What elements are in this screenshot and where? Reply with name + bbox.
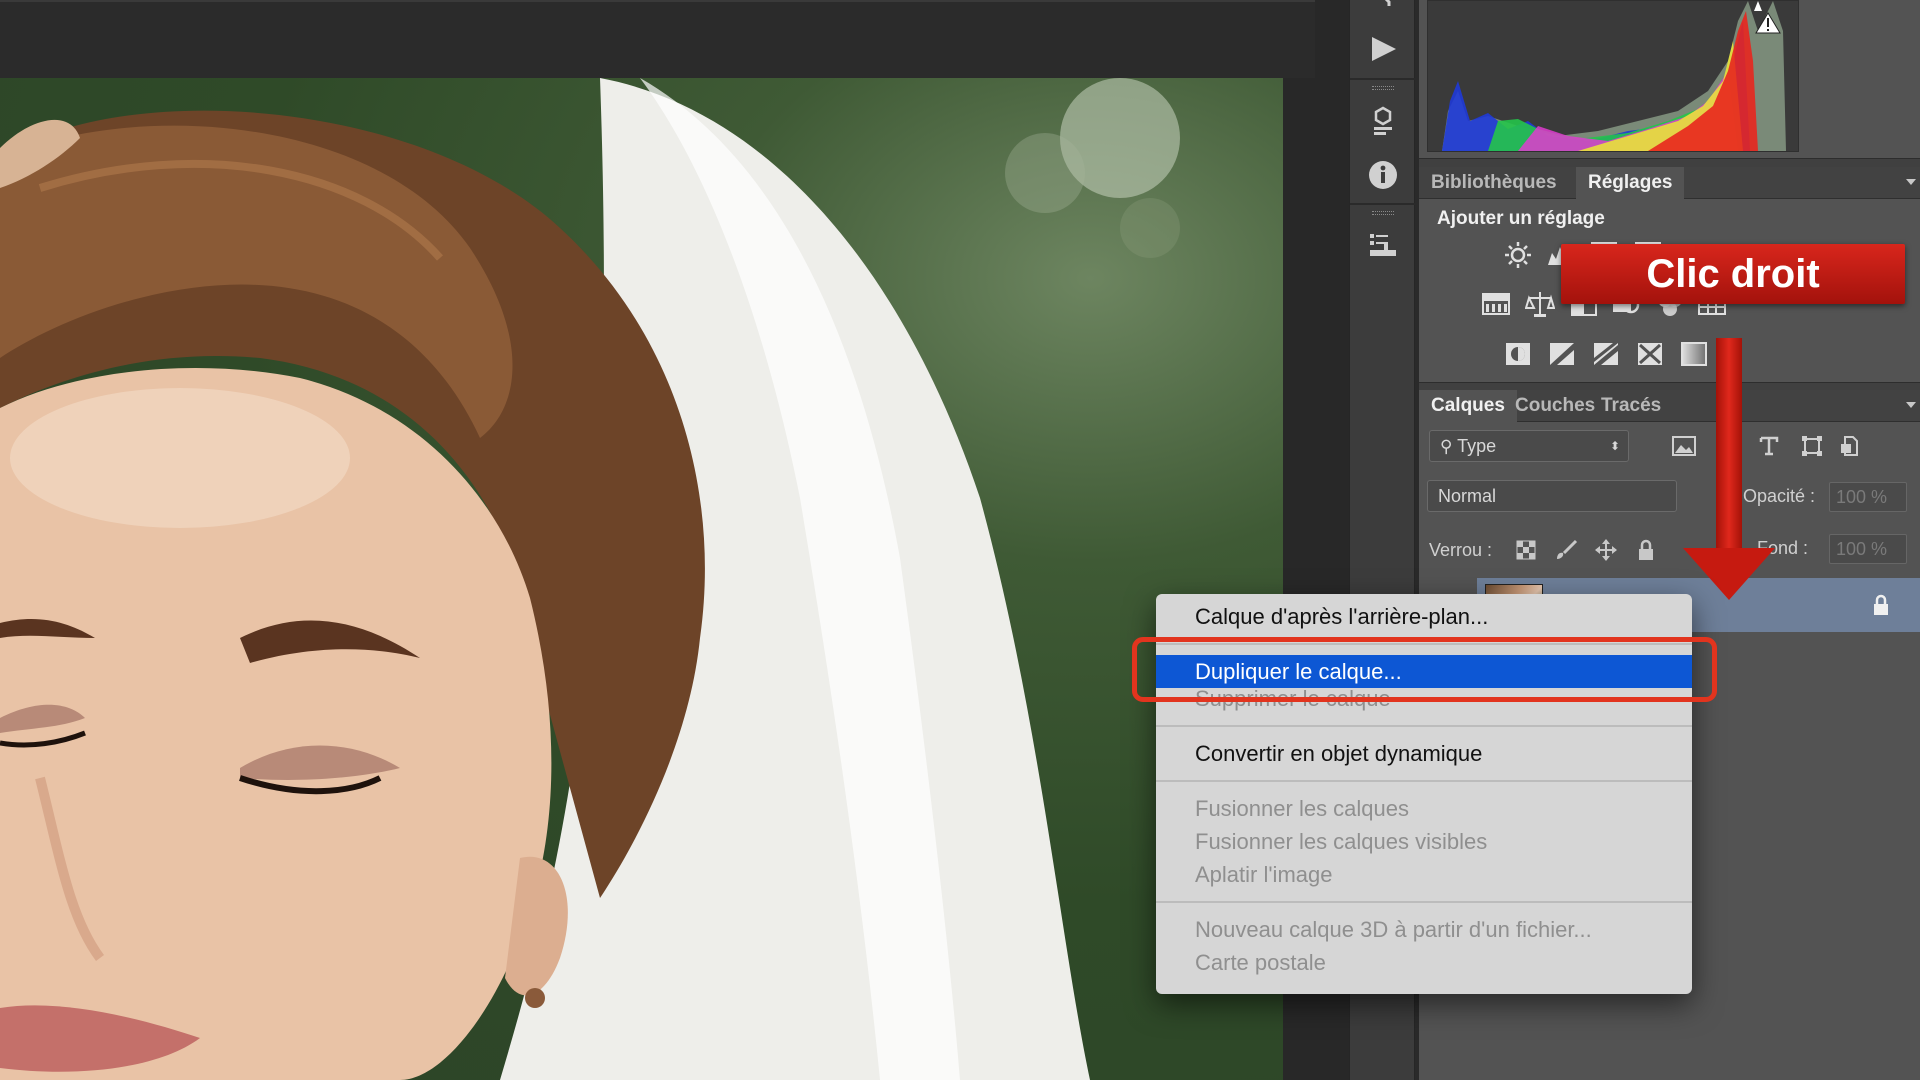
filter-smart-object-icon[interactable] xyxy=(1835,432,1865,460)
search-icon: ⚲ xyxy=(1440,437,1453,456)
opacity-label: Opacité : xyxy=(1743,486,1816,506)
tab-paths[interactable]: Tracés xyxy=(1589,390,1673,422)
chevron-updown-icon: ⬍ xyxy=(1609,439,1620,453)
menu-item-convert-smart-object[interactable]: Convertir en objet dynamique xyxy=(1156,737,1692,770)
filter-pixel-icon[interactable] xyxy=(1669,432,1699,460)
menu-item-flatten-image[interactable]: Aplatir l'image xyxy=(1156,858,1692,891)
histogram-panel xyxy=(1427,0,1799,152)
fill-field[interactable]: 100 % xyxy=(1829,534,1907,564)
panel-menu-icon[interactable] xyxy=(1906,402,1916,408)
strip-divider xyxy=(1350,203,1416,205)
lock-move-icon[interactable] xyxy=(1591,536,1621,564)
menu-separator xyxy=(1156,901,1692,903)
lock-label: Verrou : xyxy=(1429,540,1493,560)
document-photo[interactable] xyxy=(0,78,1283,1080)
menu-item-merge-visible[interactable]: Fusionner les calques visibles xyxy=(1156,825,1692,858)
filter-type-icon[interactable] xyxy=(1754,432,1784,460)
lock-all-icon[interactable] xyxy=(1631,536,1661,564)
brightness-contrast-icon[interactable] xyxy=(1503,241,1533,269)
menu-item-postcard[interactable]: Carte postale xyxy=(1156,946,1692,979)
annotation-banner: Clic droit xyxy=(1561,244,1905,304)
panel-menu-icon[interactable] xyxy=(1906,179,1916,185)
menu-item-layer-from-background[interactable]: Calque d'après l'arrière-plan... xyxy=(1156,600,1692,633)
lock-transparency-icon[interactable] xyxy=(1511,536,1541,564)
grip-handle[interactable] xyxy=(1372,86,1394,90)
tab-libraries[interactable]: Bibliothèques xyxy=(1419,167,1569,199)
highlight-ring xyxy=(1132,637,1717,702)
adjustments-title: Ajouter un réglage xyxy=(1437,208,1605,229)
strip-divider xyxy=(1350,78,1416,80)
lock-icon xyxy=(1872,594,1890,621)
threshold-icon[interactable] xyxy=(1591,340,1621,368)
opacity-field[interactable]: 100 % xyxy=(1829,482,1907,512)
3d-icon[interactable] xyxy=(1350,96,1416,146)
layer-filter-select[interactable]: ⚲ Type ⬍ xyxy=(1429,430,1629,462)
tab-adjustments[interactable]: Réglages xyxy=(1576,167,1685,199)
annotation-arrow-icon xyxy=(1683,548,1775,600)
properties-icon[interactable] xyxy=(1350,222,1416,272)
annotation-arrow-shaft xyxy=(1716,338,1742,552)
posterize-icon[interactable] xyxy=(1547,340,1577,368)
adjustments-tab-bar: Bibliothèques Réglages xyxy=(1419,167,1920,199)
lock-brush-icon[interactable] xyxy=(1551,536,1581,564)
gradient-map-icon[interactable] xyxy=(1679,340,1709,368)
info-icon[interactable] xyxy=(1350,150,1416,200)
layer-filter-value: Type xyxy=(1457,436,1497,456)
menu-separator xyxy=(1156,780,1692,782)
invert-icon[interactable] xyxy=(1503,340,1533,368)
menu-separator xyxy=(1156,725,1692,727)
color-balance-icon[interactable] xyxy=(1525,290,1555,318)
hue-saturation-icon[interactable] xyxy=(1481,290,1511,318)
layers-tab-bar: Calques Couches Tracés xyxy=(1419,390,1920,422)
menu-item-new-3d-layer-from-file[interactable]: Nouveau calque 3D à partir d'un fichier.… xyxy=(1156,913,1692,946)
canvas-top-bar xyxy=(0,0,1315,78)
selective-color-icon[interactable] xyxy=(1635,340,1665,368)
document-canvas-area xyxy=(0,0,1315,1080)
grip-handle[interactable] xyxy=(1372,211,1394,215)
menu-item-merge-layers[interactable]: Fusionner les calques xyxy=(1156,792,1692,825)
play-action-icon[interactable] xyxy=(1350,24,1416,74)
blend-mode-select[interactable]: Normal xyxy=(1427,480,1677,512)
filter-shape-icon[interactable] xyxy=(1797,432,1827,460)
